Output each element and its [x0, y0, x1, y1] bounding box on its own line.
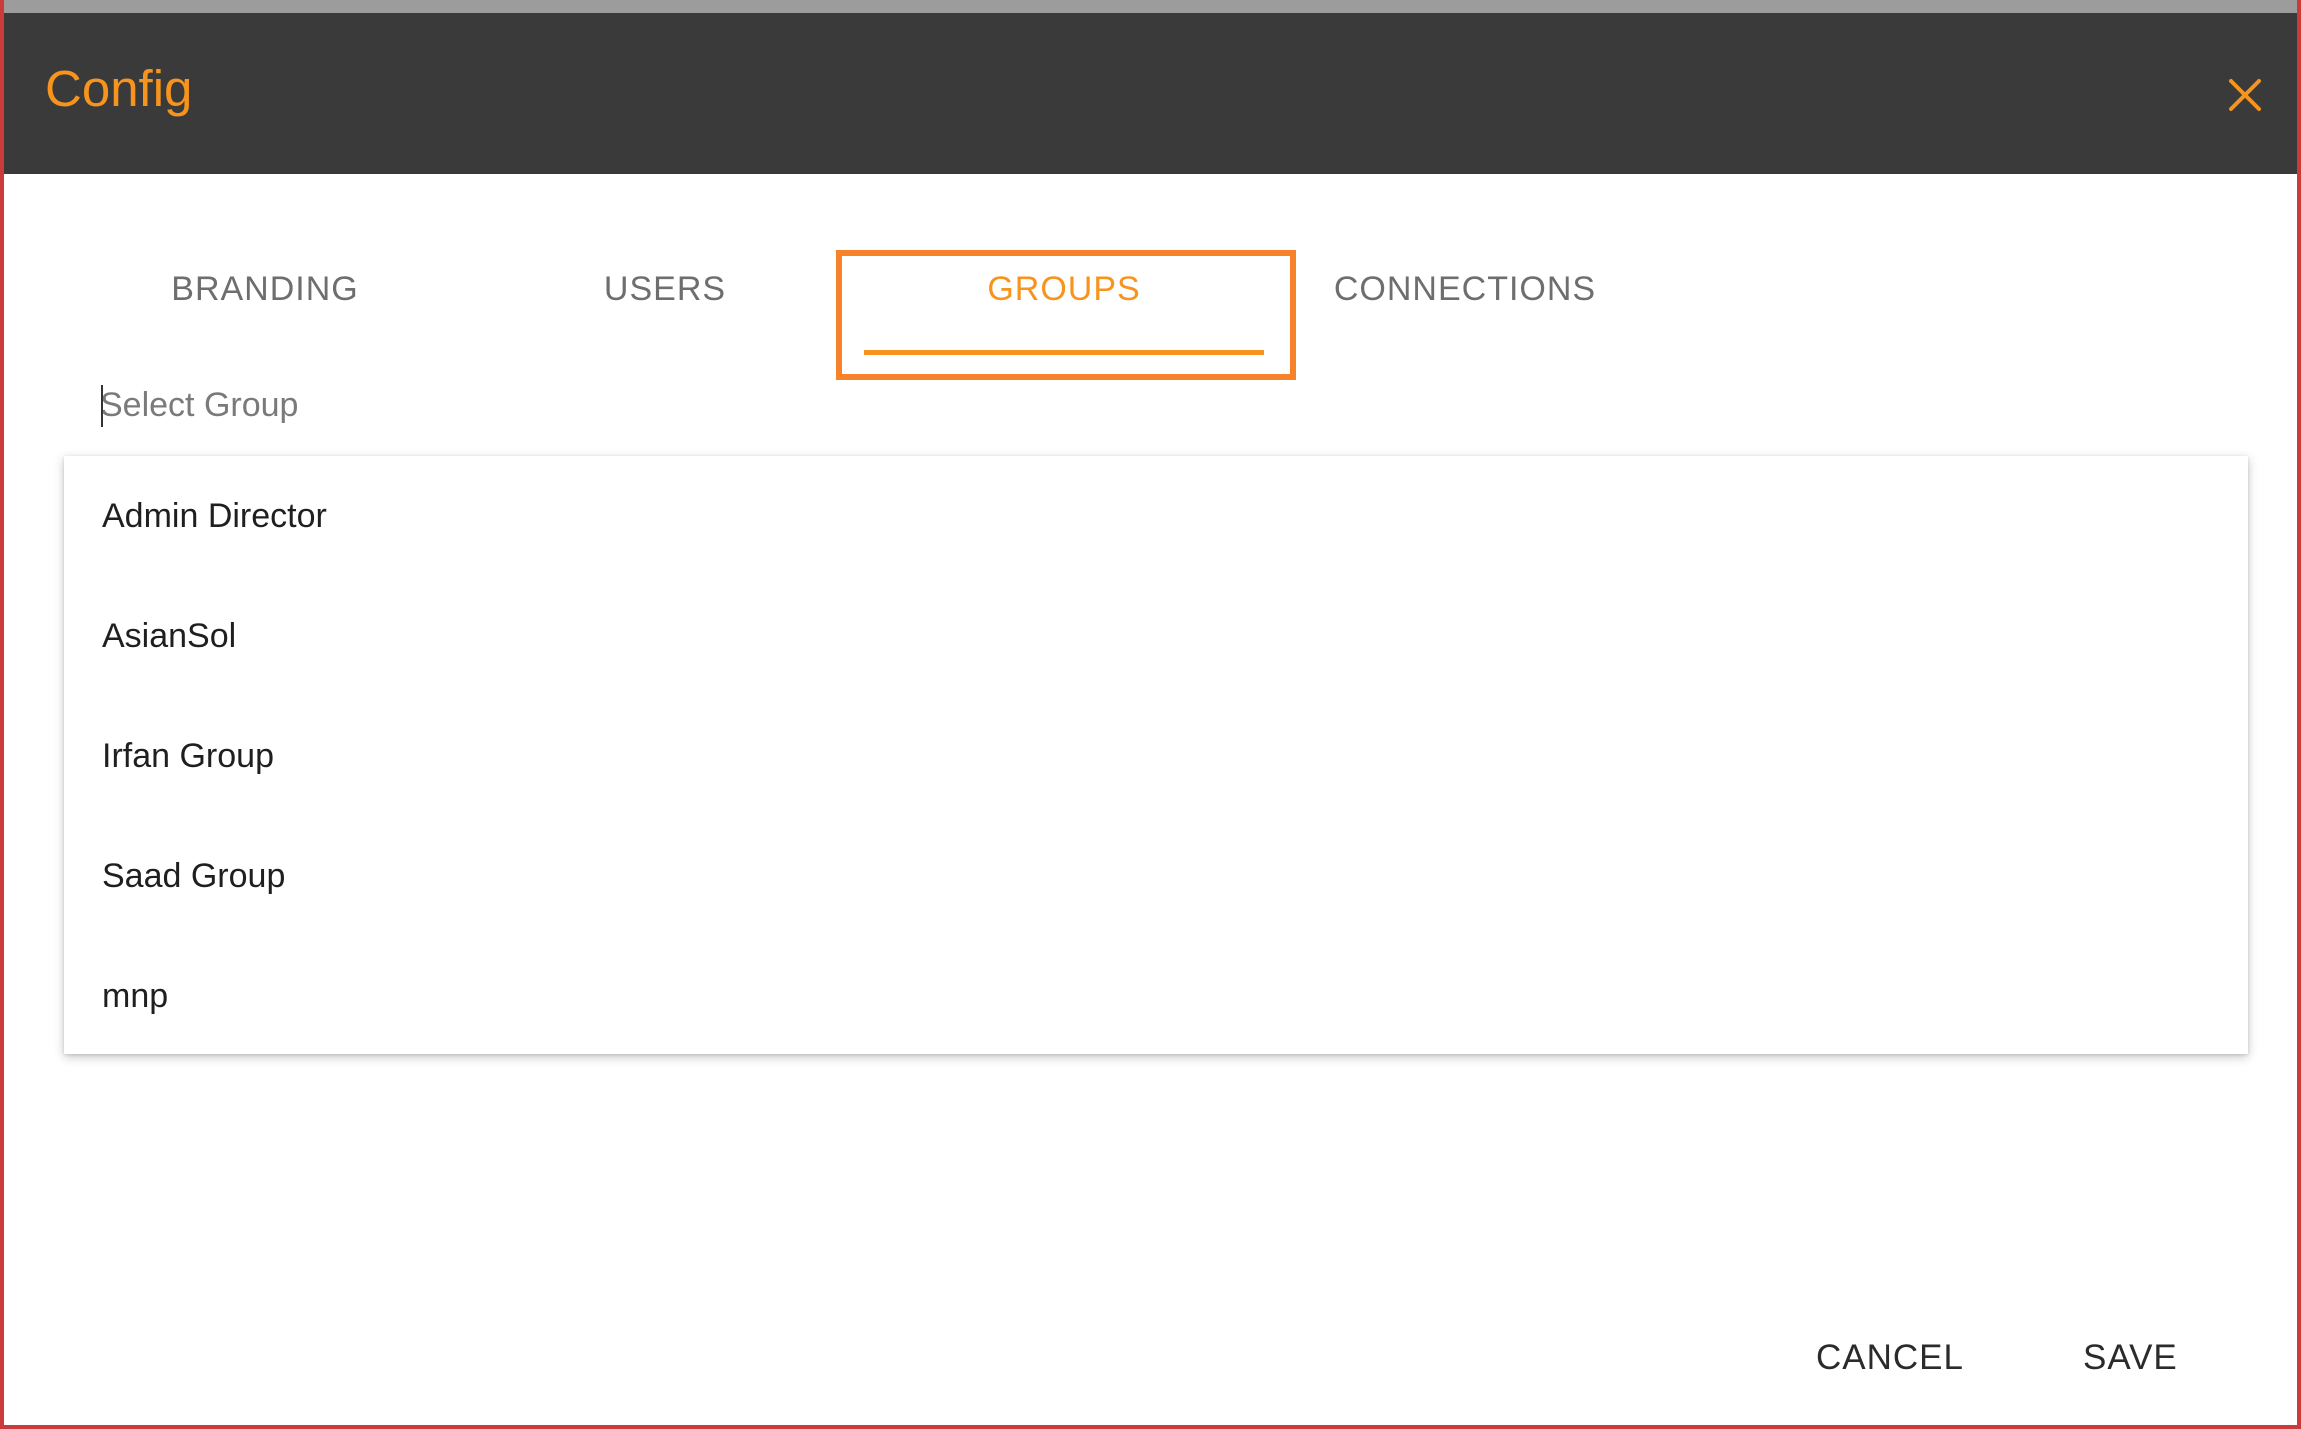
group-option-asiansol[interactable]: AsianSol: [102, 619, 236, 653]
group-option-admin-director[interactable]: Admin Director: [102, 499, 327, 533]
save-button[interactable]: SAVE: [2083, 1340, 2178, 1375]
text-caret: [101, 385, 103, 427]
dialog-header: Config: [4, 13, 2297, 174]
tab-bar: BRANDING USERS GROUPS CONNECTIONS: [0, 250, 2301, 380]
group-dropdown-list: Admin Director AsianSol Irfan Group Saad…: [64, 456, 2248, 1054]
active-tab-indicator: [864, 350, 1264, 355]
window-frame-bottom: [0, 1425, 2301, 1429]
tab-groups[interactable]: GROUPS: [864, 272, 1264, 306]
tab-users[interactable]: USERS: [520, 272, 810, 306]
group-option-saad-group[interactable]: Saad Group: [102, 859, 285, 893]
tab-branding[interactable]: BRANDING: [120, 272, 410, 306]
cancel-button[interactable]: CANCEL: [1816, 1340, 1964, 1375]
dialog-title: Config: [45, 60, 193, 117]
select-group-input[interactable]: [100, 380, 2240, 430]
tab-connections[interactable]: CONNECTIONS: [1310, 272, 1620, 306]
window-frame-top: [0, 0, 2301, 13]
group-option-mnp[interactable]: mnp: [102, 979, 168, 1013]
config-dialog: Config BRANDING USERS GROUPS CONNECTIONS…: [0, 0, 2301, 1429]
window-frame-left: [0, 0, 4, 1429]
window-frame-right: [2297, 0, 2301, 1429]
close-button[interactable]: [2219, 69, 2271, 121]
group-option-irfan-group[interactable]: Irfan Group: [102, 739, 274, 773]
close-icon: [2229, 79, 2261, 111]
